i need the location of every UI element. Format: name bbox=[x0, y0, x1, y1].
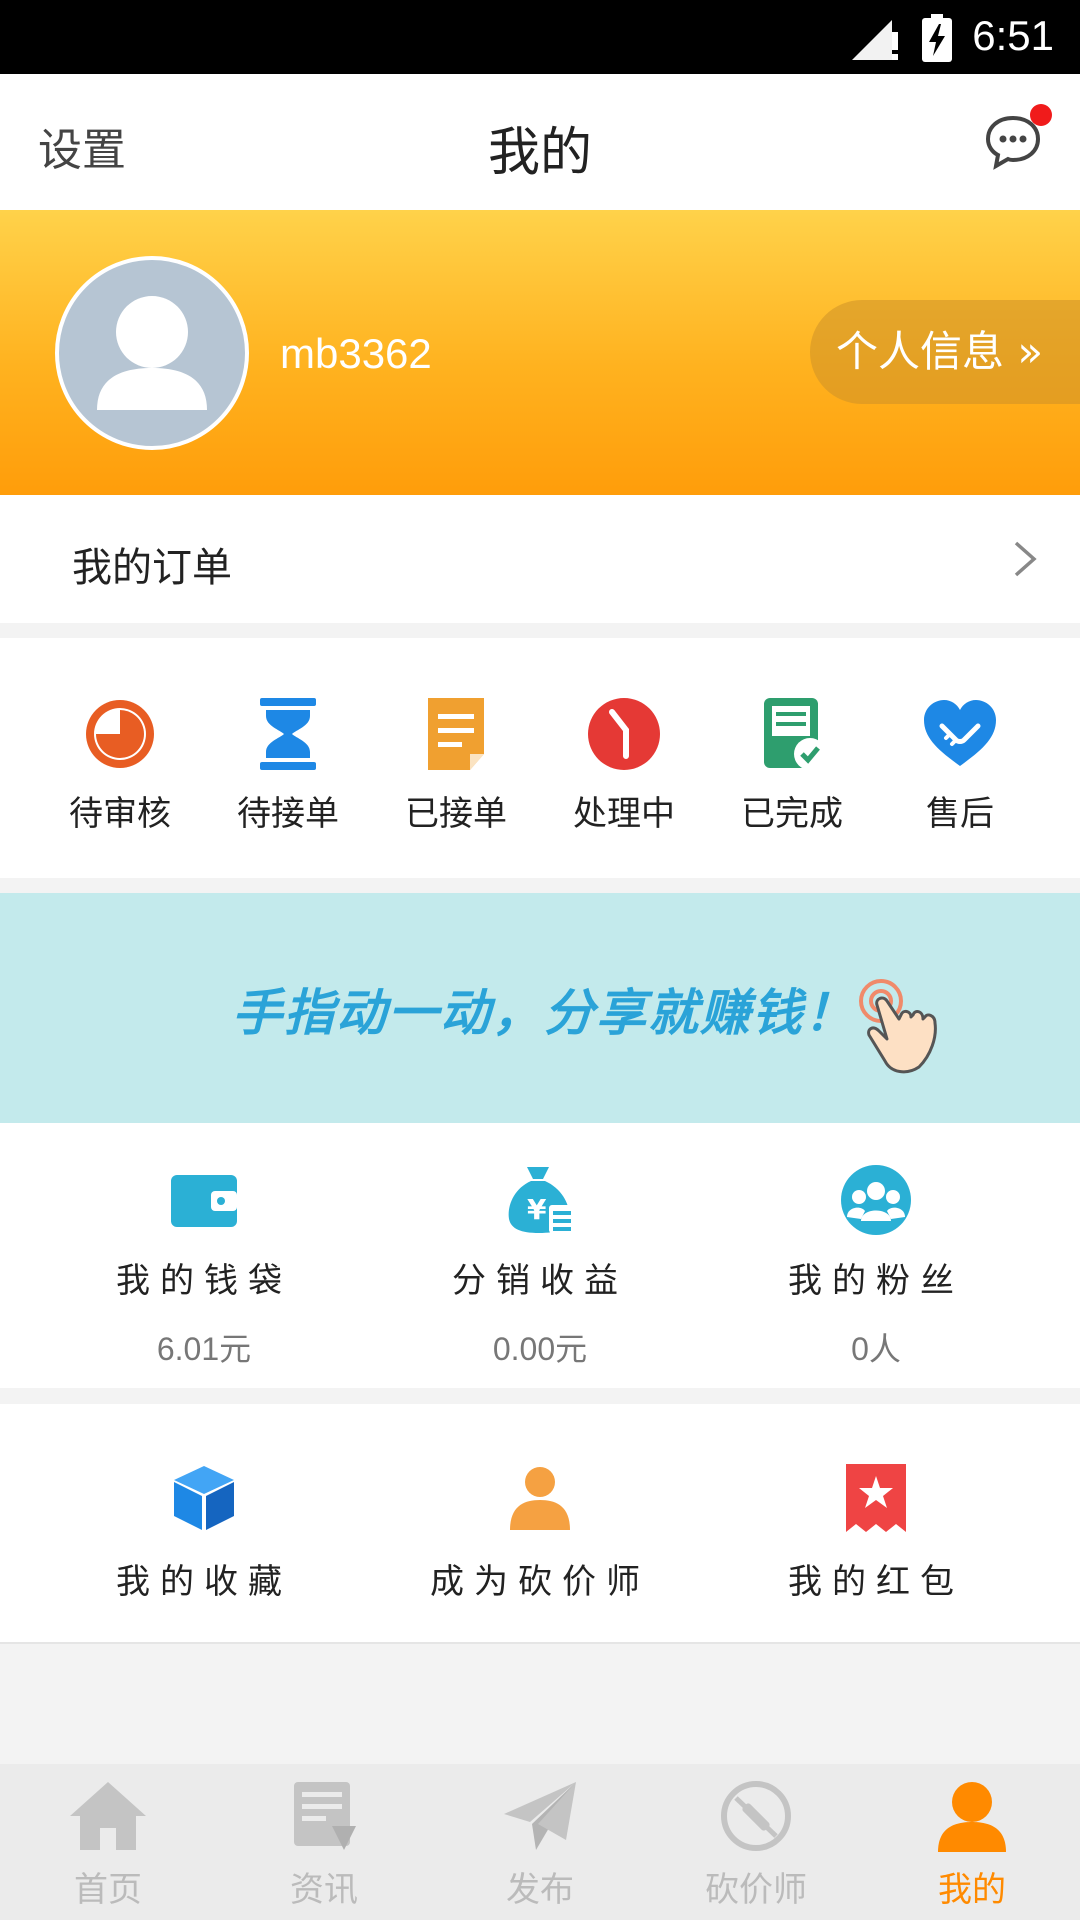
cube-icon bbox=[174, 1466, 234, 1530]
paper-plane-icon bbox=[504, 1782, 576, 1850]
home-icon bbox=[70, 1782, 146, 1850]
become-bargainer[interactable]: 成为砍价师 bbox=[360, 1462, 720, 1603]
tab-label: 砍价师 bbox=[705, 1870, 807, 1910]
messages-button[interactable] bbox=[984, 104, 1052, 170]
svg-text:¥: ¥ bbox=[527, 1193, 547, 1226]
tab-label: 资讯 bbox=[290, 1870, 358, 1910]
chevron-right-icon bbox=[1014, 541, 1037, 577]
distribution-earnings[interactable]: ¥ 分销收益 0.00元 bbox=[360, 1163, 720, 1370]
profile-banner: mb3362 个人信息 » bbox=[0, 210, 1080, 495]
tab-label: 我的 bbox=[938, 1870, 1006, 1910]
tab-label: 首页 bbox=[74, 1870, 142, 1910]
status-after-sales[interactable]: 售后 bbox=[876, 696, 1044, 835]
fans-label: 我的粉丝 bbox=[788, 1261, 964, 1301]
pointing-hand-icon bbox=[859, 979, 937, 1074]
distribution-value: 0.00元 bbox=[492, 1331, 588, 1367]
status-completed[interactable]: 已完成 bbox=[708, 696, 876, 835]
person-icon bbox=[510, 1467, 570, 1530]
battery-charging-icon bbox=[922, 14, 952, 62]
tab-publish[interactable]: 发布 bbox=[432, 1778, 648, 1911]
wallet-value: 6.01元 bbox=[156, 1331, 252, 1367]
my-red-packets[interactable]: 我的红包 bbox=[696, 1462, 1056, 1603]
fans-value: 0人 bbox=[851, 1331, 901, 1367]
bottom-tab-bar: 首页 资讯 发布 砍价师 我的 bbox=[0, 1764, 1080, 1920]
status-awaiting-acceptance[interactable]: 待接单 bbox=[204, 696, 372, 835]
clock: 6:51 bbox=[972, 12, 1054, 59]
distribution-label: 分销收益 bbox=[452, 1261, 628, 1301]
profile-icon bbox=[938, 1782, 1006, 1852]
username: mb3362 bbox=[280, 330, 432, 377]
tab-news[interactable]: 资讯 bbox=[216, 1778, 432, 1911]
tab-home[interactable]: 首页 bbox=[0, 1778, 216, 1911]
fans-icon bbox=[841, 1165, 911, 1235]
money-bag-icon: ¥ bbox=[508, 1167, 575, 1233]
document-icon bbox=[428, 698, 484, 770]
status-label: 待审核 bbox=[69, 794, 171, 834]
pie-clock-icon bbox=[86, 700, 154, 768]
tab-bargainer[interactable]: 砍价师 bbox=[648, 1778, 864, 1911]
my-favorites[interactable]: 我的收藏 bbox=[24, 1462, 384, 1603]
wallet-label: 我的钱袋 bbox=[116, 1261, 292, 1301]
my-orders-label: 我的订单 bbox=[72, 545, 232, 591]
status-pending-review[interactable]: 待审核 bbox=[36, 696, 204, 835]
signal-icon bbox=[852, 20, 898, 60]
hourglass-icon bbox=[260, 698, 316, 770]
status-processing[interactable]: 处理中 bbox=[540, 696, 708, 835]
tab-label: 发布 bbox=[506, 1870, 574, 1910]
wallet-icon bbox=[171, 1175, 237, 1227]
tab-mine[interactable]: 我的 bbox=[864, 1778, 1080, 1911]
personal-info-button[interactable]: 个人信息 » bbox=[810, 300, 1080, 404]
clock-icon bbox=[588, 698, 660, 770]
status-label: 处理中 bbox=[573, 794, 675, 834]
status-label: 已完成 bbox=[741, 794, 843, 834]
tools-grid: 我的收藏 成为砍价师 我的红包 bbox=[0, 1404, 1080, 1644]
my-orders-row[interactable]: 我的订单 bbox=[0, 495, 1080, 623]
red-packet-icon bbox=[846, 1464, 906, 1532]
status-label: 待接单 bbox=[237, 794, 339, 834]
bargainer-label: 成为砍价师 bbox=[430, 1562, 650, 1602]
status-bar: 6:51 bbox=[0, 0, 1080, 74]
share-promo-banner[interactable]: 手指动一动，分享就赚钱！ bbox=[0, 893, 1080, 1123]
my-fans[interactable]: 我的粉丝 0人 bbox=[696, 1163, 1056, 1370]
notification-dot bbox=[1030, 104, 1052, 126]
page-title: 我的 bbox=[487, 123, 592, 183]
red-packets-label: 我的红包 bbox=[788, 1562, 964, 1602]
handshake-heart-icon bbox=[924, 700, 996, 766]
favorites-label: 我的收藏 bbox=[116, 1562, 292, 1602]
avatar[interactable] bbox=[55, 256, 249, 450]
earnings-grid: 我的钱袋 6.01元 ¥ 分销收益 0.00元 我的粉丝 0人 bbox=[0, 1123, 1080, 1388]
status-accepted[interactable]: 已接单 bbox=[372, 696, 540, 835]
bargain-icon bbox=[721, 1781, 791, 1851]
top-app-bar: 设置 我的 bbox=[0, 74, 1080, 210]
order-status-grid: 待审核 待接单 已接单 处理中 已完成 售后 bbox=[0, 638, 1080, 878]
news-icon bbox=[294, 1782, 356, 1850]
promo-text: 手指动一动，分享就赚钱！ bbox=[232, 984, 856, 1042]
user-silhouette-icon bbox=[97, 296, 207, 410]
my-wallet[interactable]: 我的钱袋 6.01元 bbox=[24, 1163, 384, 1370]
checked-document-icon bbox=[764, 698, 826, 770]
status-label: 售后 bbox=[926, 794, 994, 834]
status-label: 已接单 bbox=[405, 794, 507, 834]
